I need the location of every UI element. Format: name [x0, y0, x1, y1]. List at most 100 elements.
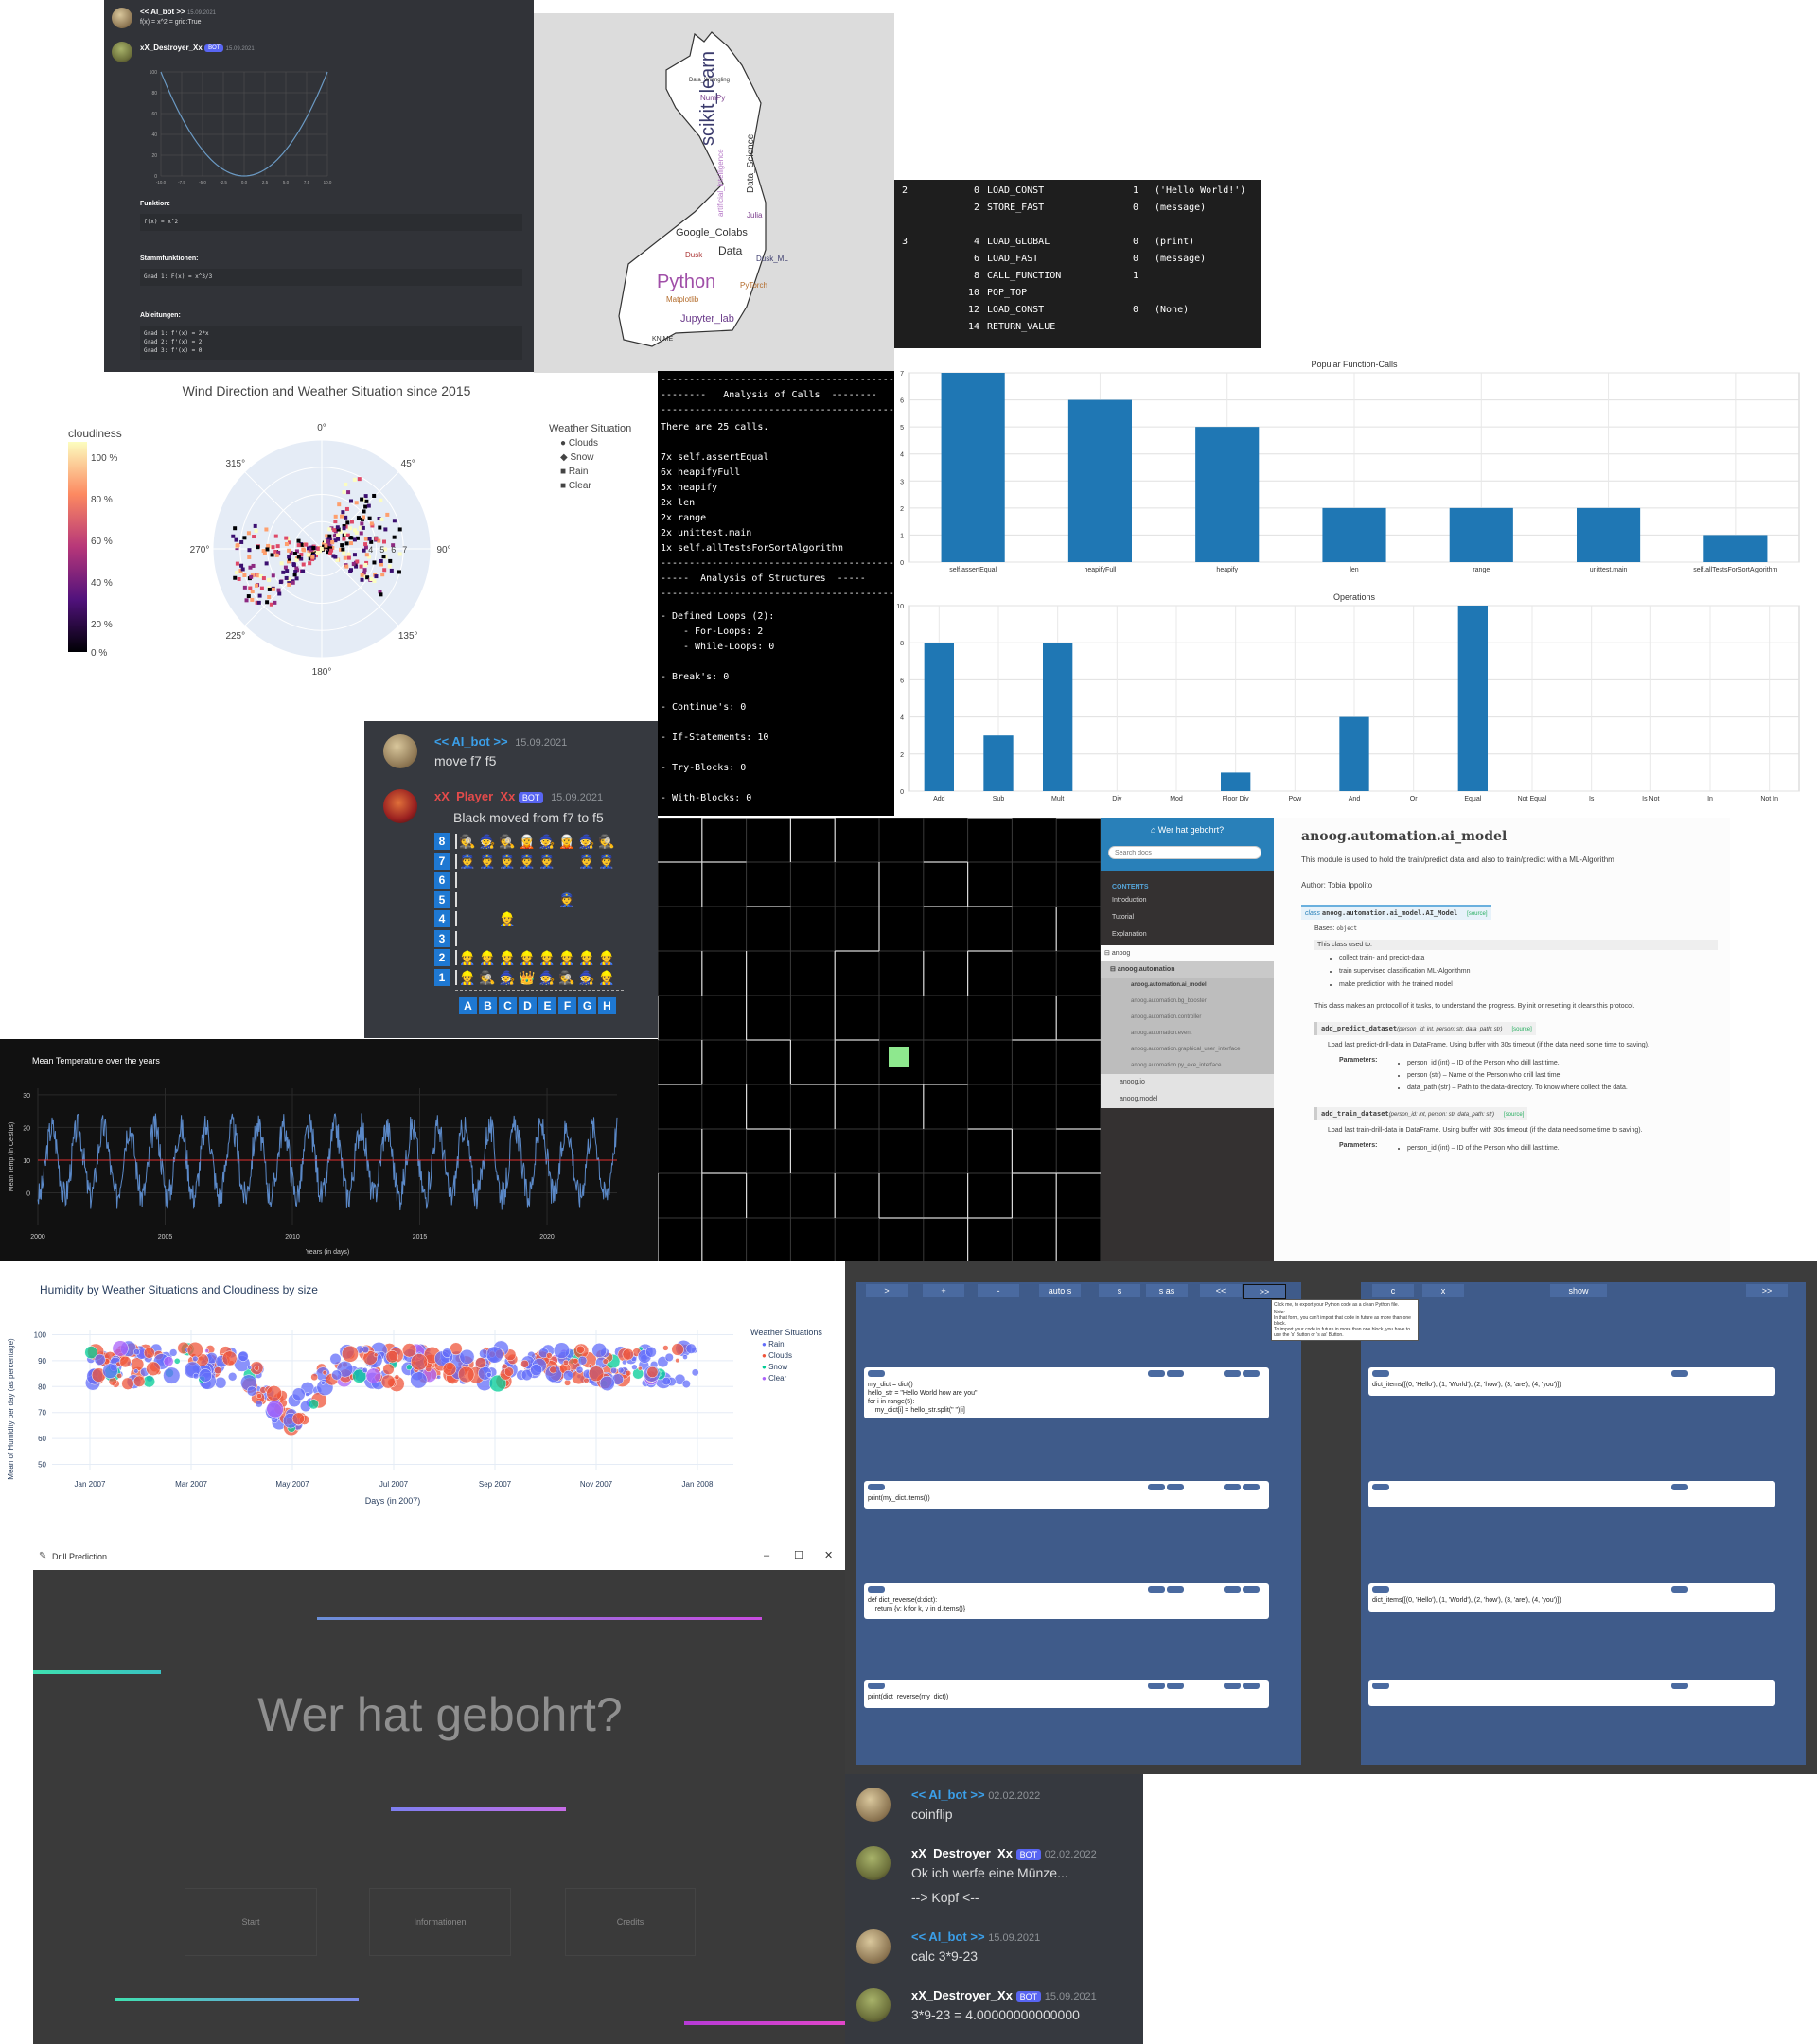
cell-run-button[interactable] [868, 1586, 885, 1593]
legend-item[interactable]: ● Snow [762, 1362, 822, 1373]
cell-control-button[interactable] [1167, 1683, 1184, 1689]
toolbar-button[interactable]: >> [1746, 1284, 1788, 1297]
start-button[interactable]: Start [185, 1888, 317, 1956]
toolbar-button[interactable]: << [1200, 1284, 1242, 1297]
cell-run-button[interactable] [1372, 1370, 1389, 1377]
username[interactable]: << AI_bot >> [911, 1929, 985, 1944]
nav-current[interactable]: ⊟ anoog [1101, 945, 1274, 961]
legend-item[interactable]: ● Rain [762, 1339, 822, 1350]
cell-run-button[interactable] [1372, 1683, 1389, 1689]
cell-control-button[interactable] [1243, 1370, 1260, 1377]
nav-module[interactable]: anoog.automation.event [1131, 1026, 1274, 1042]
toolbar-button[interactable]: auto s [1039, 1284, 1081, 1297]
legend-item[interactable]: ■ Rain [560, 465, 631, 479]
nav-module[interactable]: anoog.io [1120, 1074, 1274, 1091]
cell-run-button[interactable] [868, 1370, 885, 1377]
nav-module[interactable]: anoog.automation.bg_booster [1131, 994, 1274, 1010]
brand-text: Wer hat gebohrt? [1157, 825, 1225, 835]
cell-control-button[interactable] [1167, 1586, 1184, 1593]
nav-link[interactable]: Explanation [1112, 926, 1274, 943]
cell-control-button[interactable] [1148, 1370, 1165, 1377]
cell-control-button[interactable] [1243, 1586, 1260, 1593]
toolbar-button[interactable]: s [1099, 1284, 1140, 1297]
nav-module[interactable]: anoog.model [1120, 1091, 1274, 1108]
cell-control-button[interactable] [1224, 1484, 1241, 1490]
docs-sidebar: ⌂ Wer hat gebohrt? CONTENTS Introduction… [1101, 818, 1274, 1262]
username[interactable]: xX_Destroyer_Xx [911, 1846, 1013, 1860]
cell-control-button[interactable] [1224, 1586, 1241, 1593]
avatar[interactable] [856, 1788, 891, 1822]
nav-module[interactable]: anoog.automation.ai_model [1131, 978, 1274, 994]
source-link[interactable]: [source] [1504, 1112, 1524, 1118]
toolbar-button[interactable]: x [1422, 1284, 1464, 1297]
cell-run-button[interactable] [868, 1683, 885, 1689]
code-cell[interactable]: print(my_dict.items()) [864, 1481, 1269, 1509]
avatar[interactable] [856, 1988, 891, 2022]
code-cell[interactable] [1368, 1481, 1775, 1507]
nav-link[interactable]: Introduction [1112, 892, 1274, 909]
bases-value[interactable]: object [1336, 925, 1357, 932]
avatar[interactable] [856, 1846, 891, 1880]
cell-control-button[interactable] [1671, 1484, 1688, 1490]
username[interactable]: << AI_bot >> [434, 734, 508, 749]
toolbar-button[interactable]: + [923, 1284, 964, 1297]
cell-control-button[interactable] [1224, 1683, 1241, 1689]
legend-item[interactable]: ● Clouds [560, 436, 631, 450]
search-input[interactable] [1108, 846, 1261, 859]
info-button[interactable]: Informationen [369, 1888, 511, 1956]
toolbar-button[interactable]: show [1550, 1284, 1607, 1297]
credits-button[interactable]: Credits [565, 1888, 696, 1956]
cell-control-button[interactable] [1671, 1683, 1688, 1689]
code-cell[interactable]: dict_items([(0, 'Hello'), (1, 'World'), … [1368, 1367, 1775, 1396]
source-link[interactable]: [source] [1467, 911, 1487, 917]
cell-control-button[interactable] [1671, 1370, 1688, 1377]
legend-item[interactable]: ◆ Snow [560, 450, 631, 465]
cell-control-button[interactable] [1243, 1484, 1260, 1490]
cell-control-button[interactable] [1167, 1484, 1184, 1490]
cell-control-button[interactable] [1148, 1586, 1165, 1593]
toolbar-button[interactable]: c [1372, 1284, 1414, 1297]
code-cell[interactable] [1368, 1680, 1775, 1706]
close-icon[interactable]: ✕ [824, 1549, 833, 1561]
toolbar-button[interactable]: > [866, 1284, 908, 1297]
cell-control-button[interactable] [1224, 1370, 1241, 1377]
avatar[interactable] [383, 789, 417, 823]
maximize-icon[interactable]: ☐ [794, 1549, 803, 1561]
cell-run-button[interactable] [1372, 1586, 1389, 1593]
nav-module[interactable]: anoog.automation.controller [1131, 1010, 1274, 1026]
cell-control-button[interactable] [1671, 1586, 1688, 1593]
avatar[interactable] [856, 1929, 891, 1964]
code-cell[interactable]: my_dict = dict() hello_str = "Hello World… [864, 1367, 1269, 1418]
toolbar-button[interactable]: - [978, 1284, 1019, 1297]
avatar[interactable] [112, 8, 132, 28]
username[interactable]: xX_Destroyer_Xx [911, 1988, 1013, 2002]
username[interactable]: xX_Destroyer_Xx [140, 44, 203, 52]
nav-module[interactable]: anoog.automation.graphical_user_interfac… [1131, 1042, 1274, 1058]
cell-control-button[interactable] [1148, 1484, 1165, 1490]
nav-link[interactable]: Tutorial [1112, 909, 1274, 926]
code-cell[interactable]: print(dict_reverse(my_dict)) [864, 1680, 1269, 1708]
cell-control-button[interactable] [1243, 1683, 1260, 1689]
nav-subpackage[interactable]: ⊟ anoog.automation [1101, 961, 1274, 978]
y-tick-label: 10 [23, 1158, 30, 1165]
source-link[interactable]: [source] [1511, 1027, 1531, 1032]
toolbar-button[interactable]: s as [1146, 1284, 1188, 1297]
cell-control-button[interactable] [1167, 1370, 1184, 1377]
cell-run-button[interactable] [1372, 1484, 1389, 1490]
username[interactable]: << AI_bot >> [140, 8, 185, 16]
username[interactable]: << AI_bot >> [911, 1788, 985, 1802]
code-cell[interactable]: dict_items([(0, 'Hello'), (1, 'World'), … [1368, 1583, 1775, 1612]
cell-run-button[interactable] [868, 1484, 885, 1490]
username[interactable]: xX_Player_Xx [434, 789, 515, 803]
legend-item[interactable]: ● Clear [762, 1373, 822, 1384]
minimize-icon[interactable]: – [764, 1550, 769, 1561]
legend-item[interactable]: ● Clouds [762, 1350, 822, 1362]
avatar[interactable] [383, 734, 417, 768]
code-cell[interactable]: def dict_reverse(d:dict): return {v: k f… [864, 1583, 1269, 1619]
toolbar-button[interactable]: >> [1243, 1284, 1286, 1299]
cell-control-button[interactable] [1148, 1683, 1165, 1689]
docs-brand[interactable]: ⌂ Wer hat gebohrt? [1101, 825, 1274, 835]
legend-item[interactable]: ■ Clear [560, 479, 631, 493]
nav-module[interactable]: anoog.automation.py_exe_interface [1131, 1058, 1274, 1074]
avatar[interactable] [112, 42, 132, 62]
